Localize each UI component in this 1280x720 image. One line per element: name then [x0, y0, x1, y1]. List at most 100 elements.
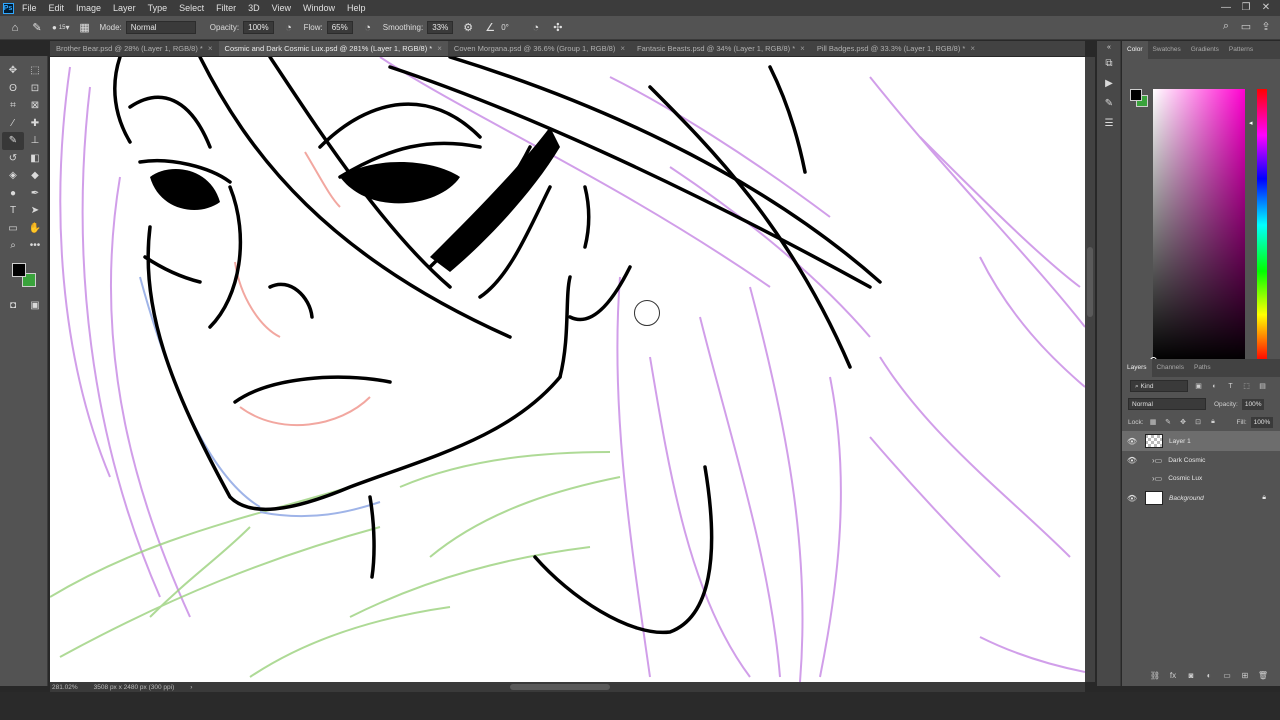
saturation-brightness-field[interactable] [1150, 89, 1245, 364]
dodge-tool-icon[interactable]: ● [2, 185, 24, 203]
search-icon[interactable]: ⌕ [1216, 20, 1236, 33]
hand-tool-icon[interactable]: ✋ [24, 220, 46, 238]
path-select-icon[interactable]: ➤ [24, 202, 46, 220]
color-swatches[interactable] [4, 261, 47, 295]
vertical-scrollbar[interactable] [1085, 57, 1095, 682]
menu-view[interactable]: View [266, 0, 297, 16]
object-select-tool-icon[interactable]: ⊡ [24, 80, 46, 98]
panel-color-swatches[interactable] [1130, 89, 1150, 109]
layer-filter-kind[interactable]: ⌕ Kind [1130, 380, 1188, 392]
paint-bucket-icon[interactable]: ◈ [2, 167, 24, 185]
tab-channels[interactable]: Channels [1152, 359, 1189, 377]
adjustments-icon[interactable]: ☰ [1097, 113, 1121, 133]
adjustment-layer-icon[interactable]: ◐ [1200, 671, 1218, 685]
lock-position-icon[interactable]: ✥ [1178, 418, 1189, 426]
healing-brush-icon[interactable]: ✚ [24, 115, 46, 133]
tab-layers[interactable]: Layers [1122, 359, 1152, 377]
close-icon[interactable]: × [620, 44, 625, 53]
link-layers-icon[interactable]: ⛓ [1146, 671, 1164, 685]
menu-help[interactable]: Help [341, 0, 372, 16]
symmetry-icon[interactable]: ✣ [551, 21, 565, 35]
pen-tool-icon[interactable]: ✒ [24, 185, 46, 203]
visibility-eye-icon[interactable]: 👁︎ [1124, 494, 1140, 503]
type-tool-icon[interactable]: T [2, 202, 24, 220]
zoom-level[interactable]: 281.02% [50, 684, 78, 691]
tab-fantasic-beasts[interactable]: Fantasic Beasts.psd @ 34% (Layer 1, RGB/… [631, 41, 811, 56]
visibility-eye-hidden-icon[interactable]: 👁︎ [1124, 474, 1140, 483]
lock-all-icon[interactable]: 🔒︎ [1208, 418, 1219, 426]
document-canvas[interactable] [50, 57, 1085, 682]
close-icon[interactable]: × [437, 44, 442, 53]
share-icon[interactable]: ⇪ [1256, 20, 1276, 33]
home-icon[interactable]: ⌂ [8, 21, 22, 35]
tab-swatches[interactable]: Swatches [1148, 41, 1186, 59]
brush-settings-icon[interactable]: ▦ [78, 21, 92, 35]
menu-type[interactable]: Type [142, 0, 174, 16]
add-mask-icon[interactable]: ◙ [1182, 671, 1200, 685]
foreground-color-swatch[interactable] [12, 262, 26, 277]
play-actions-icon[interactable]: ▶ [1097, 73, 1121, 93]
menu-3d[interactable]: 3D [242, 0, 266, 16]
brush-size-picker[interactable]: ● 15 ▾ [52, 23, 70, 32]
tab-cosmic-dark-cosmic-lux[interactable]: Cosmic and Dark Cosmic Lux.psd @ 281% (L… [218, 41, 448, 56]
mode-dropdown[interactable]: Normal [125, 21, 196, 34]
collapse-icon[interactable]: « [1097, 41, 1121, 53]
brush-tool-icon[interactable]: ✎ [30, 21, 44, 35]
history-brush-icon[interactable]: ↺ [2, 150, 24, 168]
tab-brother-bear[interactable]: Brother Bear.psd @ 28% (Layer 1, RGB/8) … [50, 41, 219, 56]
close-icon[interactable]: × [800, 44, 805, 53]
layer-row-background[interactable]: 👁︎ Background 🔒︎ [1122, 487, 1280, 509]
tab-pill-badges[interactable]: Pill Badges.psd @ 33.3% (Layer 1, RGB/8)… [811, 41, 981, 56]
menu-file[interactable]: File [16, 0, 43, 16]
tab-paths[interactable]: Paths [1189, 359, 1216, 377]
pressure-opacity-icon[interactable]: ◔ [282, 21, 296, 35]
move-tool-icon[interactable]: ✥ [2, 62, 24, 80]
vertical-scroll-thumb[interactable] [1087, 247, 1093, 317]
brush-tool-icon[interactable]: ✎ [2, 132, 24, 150]
filter-type-icon[interactable]: T [1225, 383, 1236, 390]
clone-stamp-icon[interactable]: ⊥ [24, 132, 46, 150]
new-layer-icon[interactable]: ⊞ [1236, 671, 1254, 685]
menu-image[interactable]: Image [70, 0, 107, 16]
close-button[interactable]: ✕ [1256, 0, 1276, 16]
layer-row-layer-1[interactable]: 👁︎ Layer 1 [1122, 431, 1280, 451]
more-tools-icon[interactable]: ••• [24, 237, 46, 255]
menu-select[interactable]: Select [173, 0, 210, 16]
menu-filter[interactable]: Filter [210, 0, 242, 16]
layer-row-cosmic-lux[interactable]: 👁︎ ›▭ Cosmic Lux [1122, 469, 1280, 487]
marquee-tool-icon[interactable]: ⬚ [24, 62, 46, 80]
foreground-color-swatch[interactable] [1130, 89, 1142, 101]
lock-artboard-icon[interactable]: ⊡ [1193, 418, 1204, 426]
lasso-tool-icon[interactable]: ʘ [2, 80, 24, 98]
flow-field[interactable]: 65% [326, 21, 353, 34]
delete-layer-icon[interactable]: 🗑︎ [1254, 671, 1272, 685]
history-icon[interactable]: ⧉ [1097, 53, 1121, 73]
new-group-icon[interactable]: ▭ [1218, 671, 1236, 685]
eyedropper-tool-icon[interactable]: ⁄ [2, 115, 24, 133]
filter-shape-icon[interactable]: ⬚ [1241, 382, 1252, 390]
minimize-button[interactable]: — [1216, 0, 1236, 16]
tab-gradients[interactable]: Gradients [1186, 41, 1224, 59]
tab-coven-morgana[interactable]: Coven Morgana.psd @ 36.6% (Group 1, RGB/… [448, 41, 631, 56]
filter-smart-icon[interactable]: ▤ [1257, 382, 1268, 390]
crop-tool-icon[interactable]: ⌗ [2, 97, 24, 115]
filter-pixel-icon[interactable]: ▣ [1193, 382, 1204, 390]
menu-edit[interactable]: Edit [43, 0, 71, 16]
layer-row-dark-cosmic[interactable]: 👁︎ ›▭ Dark Cosmic [1122, 451, 1280, 469]
filter-adjustment-icon[interactable]: ◐ [1209, 383, 1220, 390]
screen-mode-icon[interactable]: ▣ [24, 297, 46, 315]
gear-icon[interactable]: ⚙ [461, 21, 475, 35]
document-size[interactable]: 3508 px x 2480 px (300 ppi) [92, 684, 175, 691]
horizontal-scroll-thumb[interactable] [510, 684, 610, 690]
airbrush-icon[interactable]: ◔ [361, 21, 375, 35]
tab-color[interactable]: Color [1122, 41, 1148, 59]
layer-style-icon[interactable]: fx [1164, 671, 1182, 685]
smoothing-field[interactable]: 33% [427, 21, 454, 34]
close-icon[interactable]: × [208, 44, 213, 53]
close-icon[interactable]: × [970, 44, 975, 53]
workspace-icon[interactable]: ▭ [1236, 20, 1256, 33]
angle-value[interactable]: 0° [501, 23, 509, 32]
blend-mode-dropdown[interactable]: Normal [1128, 398, 1206, 410]
hue-slider[interactable] [1257, 89, 1267, 361]
rectangle-tool-icon[interactable]: ▭ [2, 220, 24, 238]
